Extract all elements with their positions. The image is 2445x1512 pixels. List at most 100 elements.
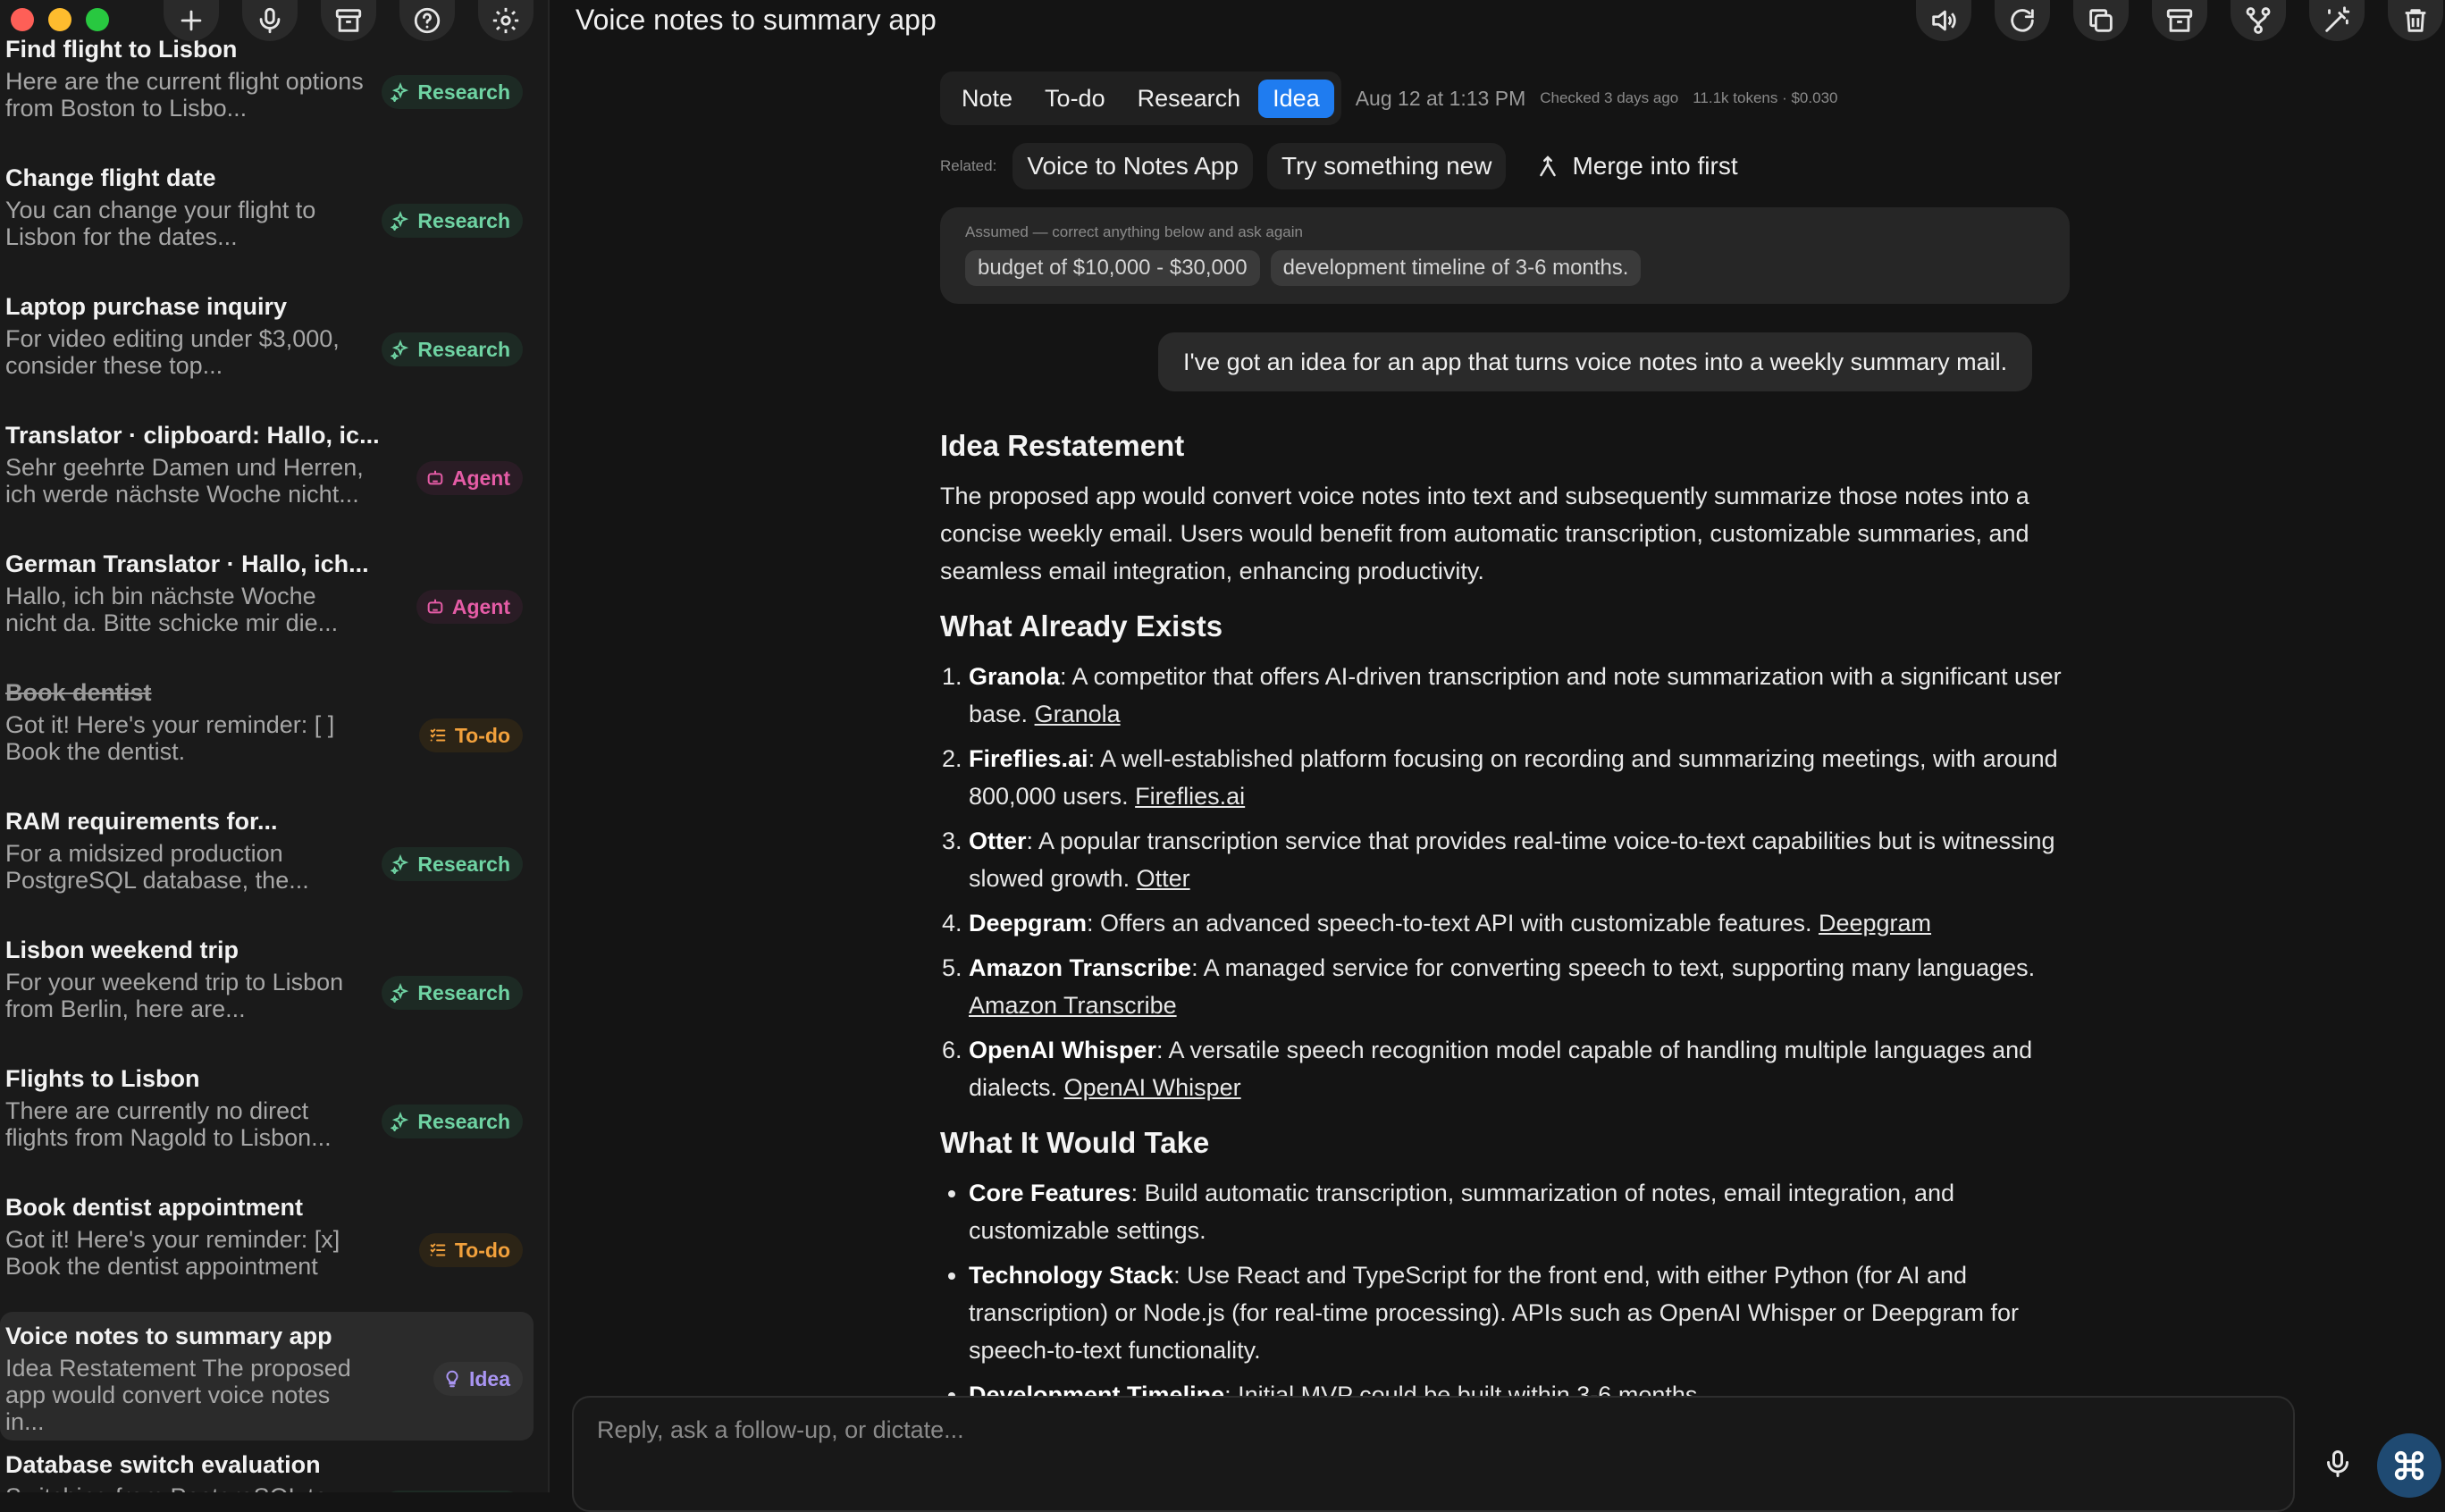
related-label: Related: — [940, 157, 997, 174]
copy-button[interactable] — [2073, 0, 2129, 41]
list-item: Otter: A popular transcription service t… — [969, 822, 2071, 897]
related-note-link[interactable]: Try something new — [1266, 143, 1507, 189]
close-window-button[interactable] — [11, 8, 34, 31]
new-note-button[interactable] — [164, 0, 219, 41]
badge-label: Research — [417, 80, 510, 104]
help-icon — [414, 7, 441, 34]
sidebar-item-title: Lisbon weekend trip — [5, 937, 239, 963]
sidebar-item[interactable]: RAM requirements for... For a midsized pr… — [0, 797, 548, 926]
list-item: OpenAI Whisper: A versatile speech recog… — [969, 1031, 2071, 1106]
settings-button[interactable] — [478, 0, 534, 41]
tab-research[interactable]: Research — [1123, 80, 1256, 118]
sidebar-item-title: Database switch evaluation — [5, 1451, 321, 1478]
sidebar-item-snippet: Idea Restatement The proposed app would … — [5, 1355, 351, 1435]
related-row: Related: Voice to Notes App Try somethin… — [940, 143, 2071, 189]
sidebar-item-title: Book dentist appointment — [5, 1194, 303, 1221]
type-badge: Agent — [416, 461, 523, 495]
list-item: Fireflies.ai: A well-established platfor… — [969, 740, 2071, 815]
sidebar-item[interactable]: Lisbon weekend trip For your weekend trip… — [0, 926, 548, 1054]
sidebar-item[interactable]: Laptop purchase inquiry For video editing… — [0, 282, 548, 411]
source-link[interactable]: OpenAI Whisper — [1064, 1074, 1241, 1101]
source-link[interactable]: Otter — [1137, 865, 1190, 892]
record-button[interactable] — [242, 0, 298, 41]
item-name: OpenAI Whisper — [969, 1037, 1157, 1063]
sidebar-item-title: Change flight date — [5, 164, 216, 191]
regenerate-button[interactable] — [1995, 0, 2050, 41]
dictate-button[interactable] — [2322, 1448, 2354, 1484]
sidebar-item-title: German Translator · Hallo, ich... — [5, 550, 369, 577]
item-text: : A popular transcription service that p… — [969, 827, 2055, 892]
badge-label: Idea — [468, 1366, 510, 1390]
sidebar-item-snippet: Switching from PostgreSQL to... — [5, 1483, 372, 1492]
source-link[interactable]: Deepgram — [1819, 910, 1931, 937]
source-link[interactable]: Granola — [1035, 701, 1121, 727]
read-aloud-button[interactable] — [1916, 0, 1971, 41]
section-heading: What Already Exists — [940, 609, 1223, 643]
archive-note-button[interactable] — [2152, 0, 2207, 41]
archive-button[interactable] — [321, 0, 376, 41]
mic-icon — [259, 7, 281, 34]
badge-label: Research — [417, 208, 510, 232]
sparkle-icon — [391, 854, 410, 874]
source-link[interactable]: Fireflies.ai — [1135, 783, 1245, 810]
existing-list: Granola: A competitor that offers AI-dri… — [940, 658, 2071, 1106]
sparkle-icon — [391, 340, 410, 359]
badge-label: To-do — [454, 1238, 510, 1262]
item-name: Core Features — [969, 1180, 1131, 1206]
list-item: Granola: A competitor that offers AI-dri… — [969, 658, 2071, 733]
sidebar-item-snippet: Got it! Here's your reminder: [x] Book t… — [5, 1226, 340, 1280]
note-meta-row: Note To-do Research Idea Aug 12 at 1:13 … — [940, 71, 2071, 125]
sparkle-icon — [391, 1112, 410, 1131]
window-controls — [11, 8, 109, 31]
sidebar-item-snippet: You can change your flight to Lisbon for… — [5, 197, 316, 250]
refresh-icon — [2011, 9, 2034, 32]
type-badge: To-do — [418, 718, 523, 752]
delete-button[interactable] — [2388, 0, 2443, 41]
type-badge: Research — [382, 976, 523, 1010]
tab-note[interactable]: Note — [947, 80, 1027, 118]
related-note-link[interactable]: Voice to Notes App — [1012, 143, 1253, 189]
item-text: : Offers an advanced speech-to-text API … — [1087, 910, 1819, 937]
type-badge: Research — [382, 1105, 523, 1138]
magic-button[interactable] — [2309, 0, 2365, 41]
help-button[interactable] — [399, 0, 455, 41]
merge-label: Merge into first — [1572, 152, 1738, 180]
type-badge: Research — [382, 204, 523, 238]
source-link[interactable]: Amazon Transcribe — [969, 992, 1177, 1019]
sidebar-item-title: Translator · clipboard: Hallo, ic... — [5, 422, 380, 449]
assistant-button[interactable] — [2377, 1433, 2441, 1498]
type-badge: Idea — [433, 1362, 523, 1396]
type-badge: Agent — [416, 590, 523, 624]
sidebar-item[interactable]: Database switch evaluation Switching from… — [0, 1441, 548, 1492]
sidebar-item[interactable]: Book dentist Got it! Here's your reminder… — [0, 668, 548, 797]
sidebar-item[interactable]: Book dentist appointment Got it! Here's y… — [0, 1183, 548, 1312]
header-toolbar — [1916, 0, 2445, 41]
sidebar-item[interactable]: Voice notes to summary app Idea Restateme… — [0, 1312, 534, 1441]
assumptions-label: Assumed — correct anything below and ask… — [965, 223, 1303, 240]
sidebar-item[interactable]: Translator · clipboard: Hallo, ic... Sehr… — [0, 411, 548, 540]
sidebar-item[interactable]: Flights to Lisbon There are currently no … — [0, 1054, 548, 1183]
tab-todo[interactable]: To-do — [1030, 80, 1120, 118]
assumption-chip[interactable]: budget of $10,000 - $30,000 — [965, 250, 1260, 286]
minimize-window-button[interactable] — [48, 8, 71, 31]
assumptions-panel: Assumed — correct anything below and ask… — [940, 207, 2070, 304]
merge-button[interactable]: Merge into first — [1520, 143, 1752, 189]
sidebar: Find flight to Lisbon Here are the curren… — [0, 0, 550, 1492]
sparkle-icon — [391, 82, 410, 102]
sidebar-item-snippet: There are currently no direct flights fr… — [5, 1097, 332, 1151]
checklist-icon — [428, 1240, 448, 1260]
sidebar-item-snippet: Got it! Here's your reminder: [ ] Book t… — [5, 711, 335, 765]
assumption-chip[interactable]: development timeline of 3-6 months. — [1270, 250, 1642, 286]
gear-icon — [492, 7, 519, 34]
branch-button[interactable] — [2231, 0, 2286, 41]
tab-idea[interactable]: Idea — [1258, 79, 1334, 118]
sidebar-item[interactable]: Find flight to Lisbon Here are the curren… — [0, 25, 548, 154]
sidebar-item[interactable]: German Translator · Hallo, ich... Hallo, … — [0, 540, 548, 668]
paragraph: The proposed app would convert voice not… — [940, 483, 2029, 584]
item-name: Otter — [969, 827, 1027, 854]
sidebar-item[interactable]: Change flight date You can change your fl… — [0, 154, 548, 282]
list-item: Deepgram: Offers an advanced speech-to-t… — [969, 904, 2071, 942]
item-text: : A managed service for converting speec… — [1191, 954, 2036, 981]
zoom-window-button[interactable] — [86, 8, 109, 31]
reply-input[interactable] — [595, 1415, 2204, 1445]
